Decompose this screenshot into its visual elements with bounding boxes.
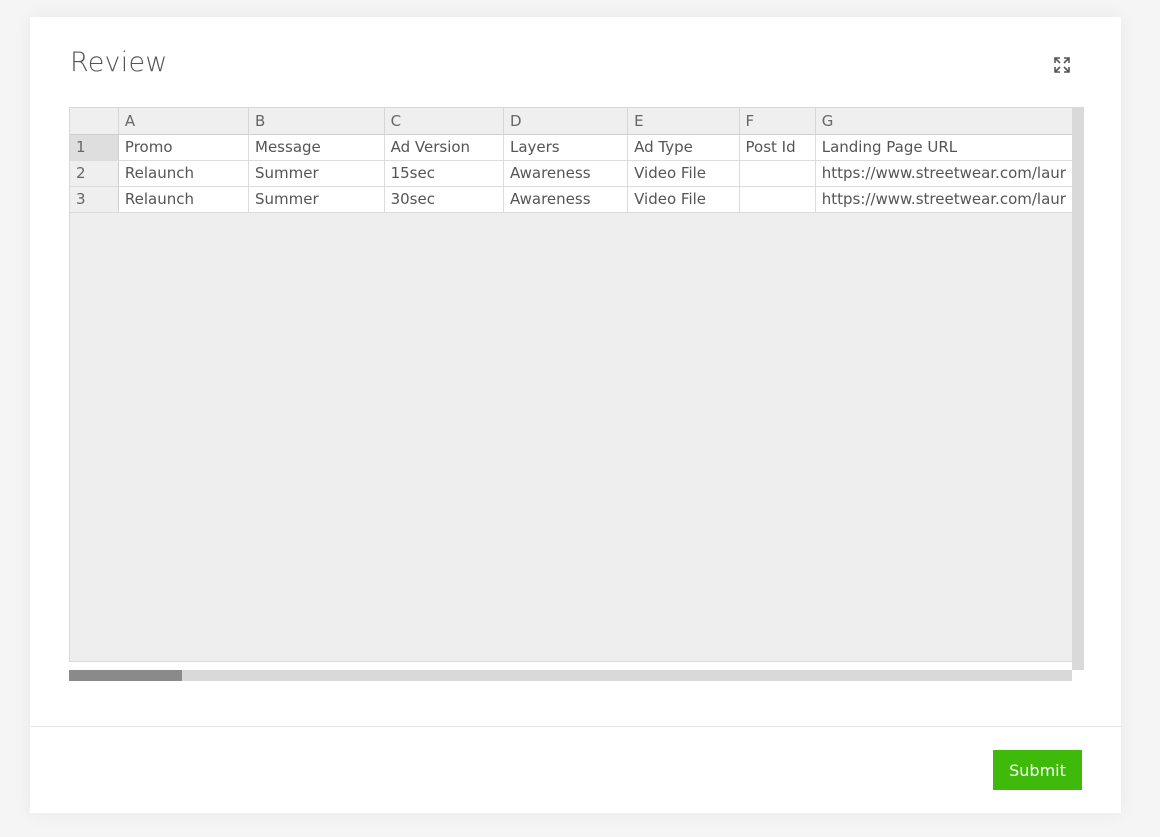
cell[interactable] [739, 160, 816, 187]
horizontal-scroll-thumb[interactable] [69, 670, 182, 681]
column-header-d[interactable]: D [503, 108, 629, 135]
vertical-scrollbar[interactable] [1072, 107, 1084, 670]
submit-button[interactable]: Submit [993, 750, 1082, 790]
cell[interactable]: Relaunch [118, 186, 250, 213]
column-header-f[interactable]: F [739, 108, 816, 135]
row-header[interactable]: 1 [70, 134, 119, 161]
cell[interactable]: https://www.streetwear.com/laur [815, 186, 1073, 213]
expand-icon[interactable] [1052, 55, 1072, 75]
cell[interactable]: Awareness [503, 160, 629, 187]
cell[interactable]: Awareness [503, 186, 629, 213]
horizontal-scrollbar[interactable] [69, 670, 1072, 681]
table-row: 1 Promo Message Ad Version Layers Ad Typ… [70, 134, 1073, 161]
cell[interactable]: Ad Version [384, 134, 504, 161]
table-row: 3 Relaunch Summer 30sec Awareness Video … [70, 186, 1073, 213]
cell[interactable]: Landing Page URL [815, 134, 1073, 161]
cell[interactable]: Summer [248, 186, 385, 213]
cell[interactable]: 30sec [384, 186, 504, 213]
cell[interactable]: Layers [503, 134, 629, 161]
column-header-row: A B C D E F G [70, 108, 1073, 135]
column-header-c[interactable]: C [384, 108, 504, 135]
footer-divider [30, 726, 1121, 727]
cell[interactable]: https://www.streetwear.com/laur [815, 160, 1073, 187]
cell[interactable]: Post Id [739, 134, 816, 161]
cell[interactable]: Relaunch [118, 160, 250, 187]
column-header-b[interactable]: B [248, 108, 385, 135]
modal-title: Review [70, 47, 168, 78]
cell[interactable]: Ad Type [627, 134, 740, 161]
row-header[interactable]: 2 [70, 160, 119, 187]
spreadsheet-table: A B C D E F G 1 Promo Message Ad Version… [70, 108, 1073, 213]
cell[interactable]: Summer [248, 160, 385, 187]
cell[interactable]: Video File [627, 186, 740, 213]
cell[interactable]: Video File [627, 160, 740, 187]
column-header-g[interactable]: G [815, 108, 1073, 135]
table-row: 2 Relaunch Summer 15sec Awareness Video … [70, 160, 1073, 187]
corner-cell[interactable] [70, 108, 119, 135]
cell[interactable]: Promo [118, 134, 250, 161]
column-header-e[interactable]: E [627, 108, 740, 135]
spreadsheet-grid[interactable]: A B C D E F G 1 Promo Message Ad Version… [69, 107, 1074, 662]
cell[interactable]: Message [248, 134, 385, 161]
review-modal: Review A B C D E F G 1 Promo Message Ad … [30, 17, 1121, 813]
row-header[interactable]: 3 [70, 186, 119, 213]
cell[interactable]: 15sec [384, 160, 504, 187]
column-header-a[interactable]: A [118, 108, 250, 135]
cell[interactable] [739, 186, 816, 213]
